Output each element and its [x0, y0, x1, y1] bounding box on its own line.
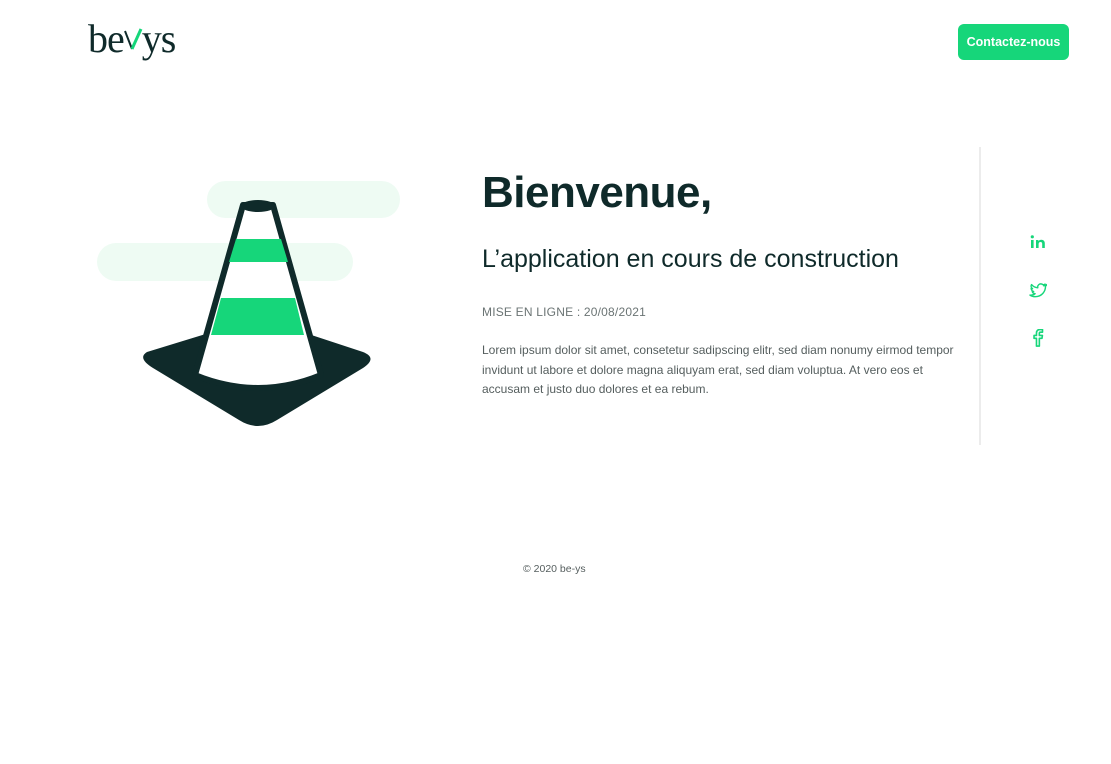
logo-text-be: be [88, 15, 125, 61]
social-divider [979, 147, 981, 445]
logo-v-mark-icon [123, 28, 143, 50]
footer-copyright: © 2020 be-ys [523, 563, 586, 575]
page-subtitle: L’application en cours de construction [482, 245, 899, 273]
hero-description: Lorem ipsum dolor sit amet, consetetur s… [482, 343, 954, 396]
facebook-link[interactable] [1027, 327, 1049, 349]
linkedin-link[interactable] [1027, 231, 1049, 253]
page-title: Bienvenue, [482, 168, 712, 217]
twitter-link[interactable] [1027, 279, 1049, 301]
twitter-icon [1029, 283, 1047, 298]
linkedin-icon [1030, 235, 1045, 248]
contact-button[interactable]: Contactez-nous [958, 24, 1069, 60]
brand-logo[interactable]: be ys [88, 14, 177, 62]
construction-cone-illustration [97, 181, 400, 426]
launch-date: MISE EN LIGNE : 20/08/2021 [482, 305, 646, 319]
facebook-icon [1033, 329, 1044, 347]
logo-text-ys: ys [141, 15, 177, 61]
